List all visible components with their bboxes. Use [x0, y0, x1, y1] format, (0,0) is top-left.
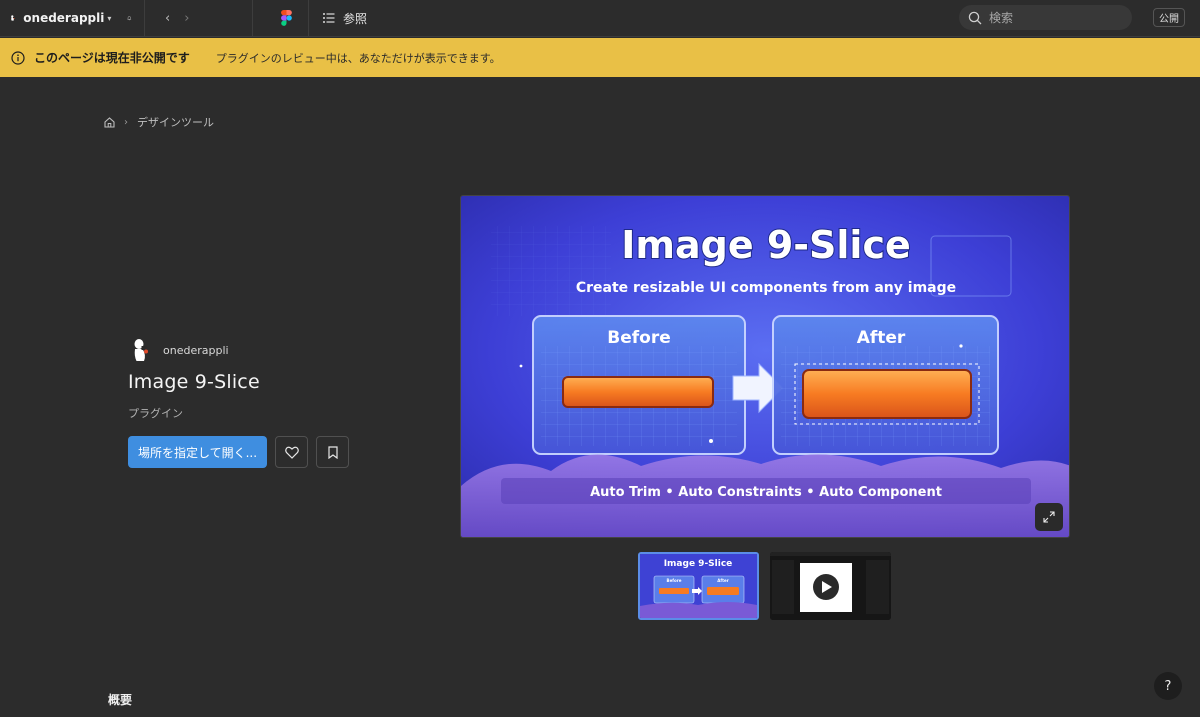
hero-carousel-image[interactable]: Image 9-Slice Create resizable UI compon…: [460, 195, 1070, 538]
browse-menu[interactable]: 参照: [308, 0, 367, 37]
thumbnail-title: Image 9-Slice: [664, 559, 733, 569]
heart-icon: [284, 446, 299, 459]
author-avatar-icon: [134, 339, 148, 361]
open-in-button[interactable]: 場所を指定して開く...: [128, 436, 267, 468]
bell-icon[interactable]: [127, 11, 132, 25]
banner-message: プラグインのレビュー中は、あなただけが表示できます。: [215, 51, 501, 65]
bookmark-button[interactable]: [316, 436, 349, 468]
after-label: After: [857, 328, 906, 348]
carousel-thumbnail-2[interactable]: [770, 552, 891, 620]
help-button[interactable]: ?: [1154, 672, 1182, 700]
forward-arrow-icon[interactable]: ›: [184, 11, 189, 26]
hero-title: Image 9-Slice: [621, 223, 911, 267]
home-icon[interactable]: [104, 116, 115, 128]
list-icon: [323, 13, 335, 23]
account-switcher[interactable]: onederappli ▾: [0, 0, 145, 37]
account-avatar-icon: [11, 15, 15, 21]
thumbnail-illustration: Image 9-Slice Before After: [640, 554, 757, 618]
chevron-down-icon: ▾: [107, 13, 112, 23]
video-thumbnail-illustration: [770, 552, 891, 620]
chevron-right-icon: ›: [124, 116, 128, 128]
browse-label: 参照: [343, 11, 368, 26]
breadcrumb-category[interactable]: デザインツール: [137, 114, 214, 130]
like-button[interactable]: [275, 436, 308, 468]
bookmark-icon: [327, 445, 338, 459]
thumbnail-after-label: After: [717, 578, 728, 583]
search-box[interactable]: [959, 5, 1132, 30]
hero-illustration: Image 9-Slice Create resizable UI compon…: [461, 196, 1069, 537]
expand-button[interactable]: [1035, 503, 1063, 531]
publish-button[interactable]: 公開: [1153, 8, 1185, 27]
search-input[interactable]: [989, 10, 1119, 25]
author-name: onederappli: [163, 343, 229, 357]
search-icon: [968, 11, 982, 24]
hero-features: Auto Trim • Auto Constraints • Auto Comp…: [590, 485, 942, 500]
private-page-banner: このページは現在非公開です プラグインのレビュー中は、あなただけが表示できます。: [0, 38, 1200, 77]
breadcrumb: › デザインツール: [104, 114, 214, 130]
overview-heading: 概要: [108, 693, 133, 707]
hero-subtitle: Create resizable UI components from any …: [576, 280, 956, 296]
info-icon: [11, 50, 25, 65]
back-arrow-icon[interactable]: ‹: [165, 11, 170, 26]
thumbnail-before-label: Before: [667, 578, 682, 583]
account-name: onederappli: [23, 11, 105, 25]
figma-logo-icon[interactable]: [281, 10, 292, 26]
carousel-thumbnail-1[interactable]: Image 9-Slice Before After: [638, 552, 759, 620]
resource-type: プラグイン: [128, 407, 183, 420]
author[interactable]: onederappli: [130, 338, 229, 362]
plugin-title: Image 9-Slice: [128, 371, 260, 393]
history-nav: ‹ ›: [145, 0, 253, 37]
expand-icon: [1043, 511, 1055, 523]
before-label: Before: [607, 328, 670, 348]
banner-title: このページは現在非公開です: [34, 51, 190, 65]
